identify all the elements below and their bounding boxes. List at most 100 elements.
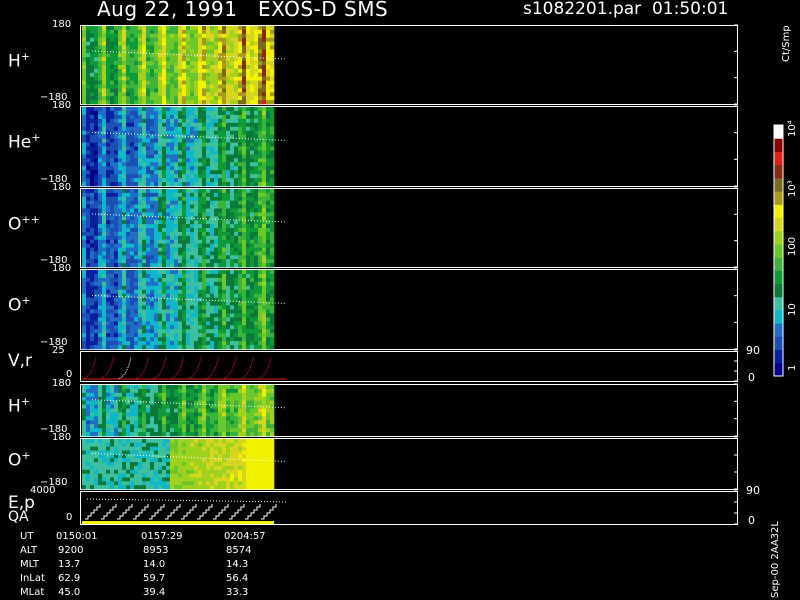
heatmap-cell [226, 481, 231, 486]
heatmap-cell [138, 428, 143, 433]
heatmap-cell [174, 420, 179, 425]
heatmap-cell [226, 68, 231, 74]
heatmap-cell [170, 325, 175, 330]
heatmap-cell [130, 220, 135, 225]
heatmap-cell [266, 416, 271, 421]
heatmap-cell [174, 396, 179, 401]
heatmap-cell [254, 29, 259, 35]
heatmap-cell [122, 313, 127, 318]
heatmap-cell [190, 439, 195, 444]
heatmap-cell [174, 392, 179, 398]
heatmap-cell [174, 450, 179, 455]
heatmap-cell [118, 396, 123, 401]
heatmap-cell [150, 68, 155, 74]
heatmap-cell [226, 228, 231, 233]
heatmap-cell [202, 305, 207, 310]
heatmap-cell [210, 424, 215, 429]
heatmap-cell [154, 404, 159, 409]
heatmap-cell [158, 325, 163, 330]
heatmap-cell [174, 385, 179, 390]
heatmap-cell [138, 392, 143, 398]
heatmap-cell [270, 285, 275, 291]
heatmap-cell [82, 200, 87, 205]
heatmap-cell [214, 420, 219, 425]
heatmap-cell [122, 65, 127, 70]
heatmap-cell [270, 289, 275, 294]
heatmap-cell [178, 146, 183, 151]
heatmap-cell [254, 337, 259, 342]
heatmap-cell [170, 26, 175, 31]
heatmap-cell [198, 446, 203, 451]
heatmap-cell [142, 118, 147, 124]
heatmap-cell [162, 442, 167, 447]
heatmap-cell [150, 220, 155, 225]
heatmap-cell [154, 122, 159, 128]
heatmap-cell [106, 110, 111, 116]
heatmap-cell [190, 247, 195, 252]
heatmap-cell [230, 100, 235, 105]
heatmap-cell [102, 465, 107, 471]
heatmap-cell [218, 345, 223, 350]
heatmap-cell [82, 204, 87, 209]
heatmap-cell [166, 178, 171, 183]
heatmap-cell [238, 110, 243, 116]
heatmap-cell [254, 416, 259, 421]
heatmap-cell [146, 255, 151, 260]
heatmap-cell [98, 270, 103, 275]
heatmap-cell [110, 33, 115, 38]
heatmap-cell [158, 92, 163, 97]
heatmap-cell [154, 26, 159, 31]
heatmap-cell [210, 114, 215, 120]
heatmap-cell [262, 158, 267, 163]
heatmap-cell [258, 235, 263, 240]
heatmap-cell [142, 400, 147, 405]
heatmap-cell [198, 142, 203, 147]
heatmap-cell [90, 439, 95, 444]
heatmap-cell [150, 301, 155, 306]
heatmap-cell [234, 388, 239, 394]
heatmap-cell [182, 228, 187, 233]
heatmap-cell [258, 178, 263, 183]
heatmap-cell [134, 26, 139, 31]
heatmap-cell [134, 465, 139, 471]
heatmap-cell [194, 420, 199, 425]
heatmap-cell [86, 251, 91, 256]
heatmap-cell [138, 404, 143, 409]
heatmap-cell [166, 53, 171, 58]
heatmap-cell [182, 92, 187, 97]
heatmap-cell [94, 68, 99, 74]
heatmap-cell [166, 228, 171, 233]
heatmap-cell [202, 317, 207, 322]
heatmap-cell [154, 228, 159, 233]
heatmap-cell [146, 122, 151, 128]
heatmap-cell [270, 49, 275, 54]
heatmap-cell [174, 178, 179, 183]
heatmap-cell [150, 114, 155, 120]
heatmap-cell [138, 228, 143, 233]
heatmap-cell [106, 388, 111, 394]
heatmap-cell [226, 273, 231, 279]
heatmap-cell [158, 385, 163, 390]
heatmap-cell [86, 277, 91, 283]
heatmap-cell [218, 158, 223, 163]
heatmap-cell [102, 385, 107, 390]
heatmap-cell [258, 204, 263, 209]
heatmap-cell [122, 41, 127, 46]
heatmap-cell [170, 439, 175, 444]
heatmap-cell [238, 76, 243, 81]
heatmap-cell [170, 432, 175, 437]
heatmap-cell [214, 72, 219, 77]
heatmap-cell [102, 297, 107, 302]
heatmap-cell [226, 178, 231, 183]
heatmap-cell [146, 473, 151, 478]
heatmap-cell [106, 61, 111, 66]
heatmap-cell [194, 281, 199, 287]
heatmap-cell [94, 432, 99, 437]
heatmap-cell [110, 263, 115, 268]
heatmap-cell [266, 392, 271, 398]
heatmap-cell [158, 293, 163, 298]
heatmap-cell [242, 100, 247, 105]
heatmap-cell [98, 289, 103, 294]
heatmap-cell [98, 259, 103, 264]
heatmap-cell [106, 88, 111, 93]
